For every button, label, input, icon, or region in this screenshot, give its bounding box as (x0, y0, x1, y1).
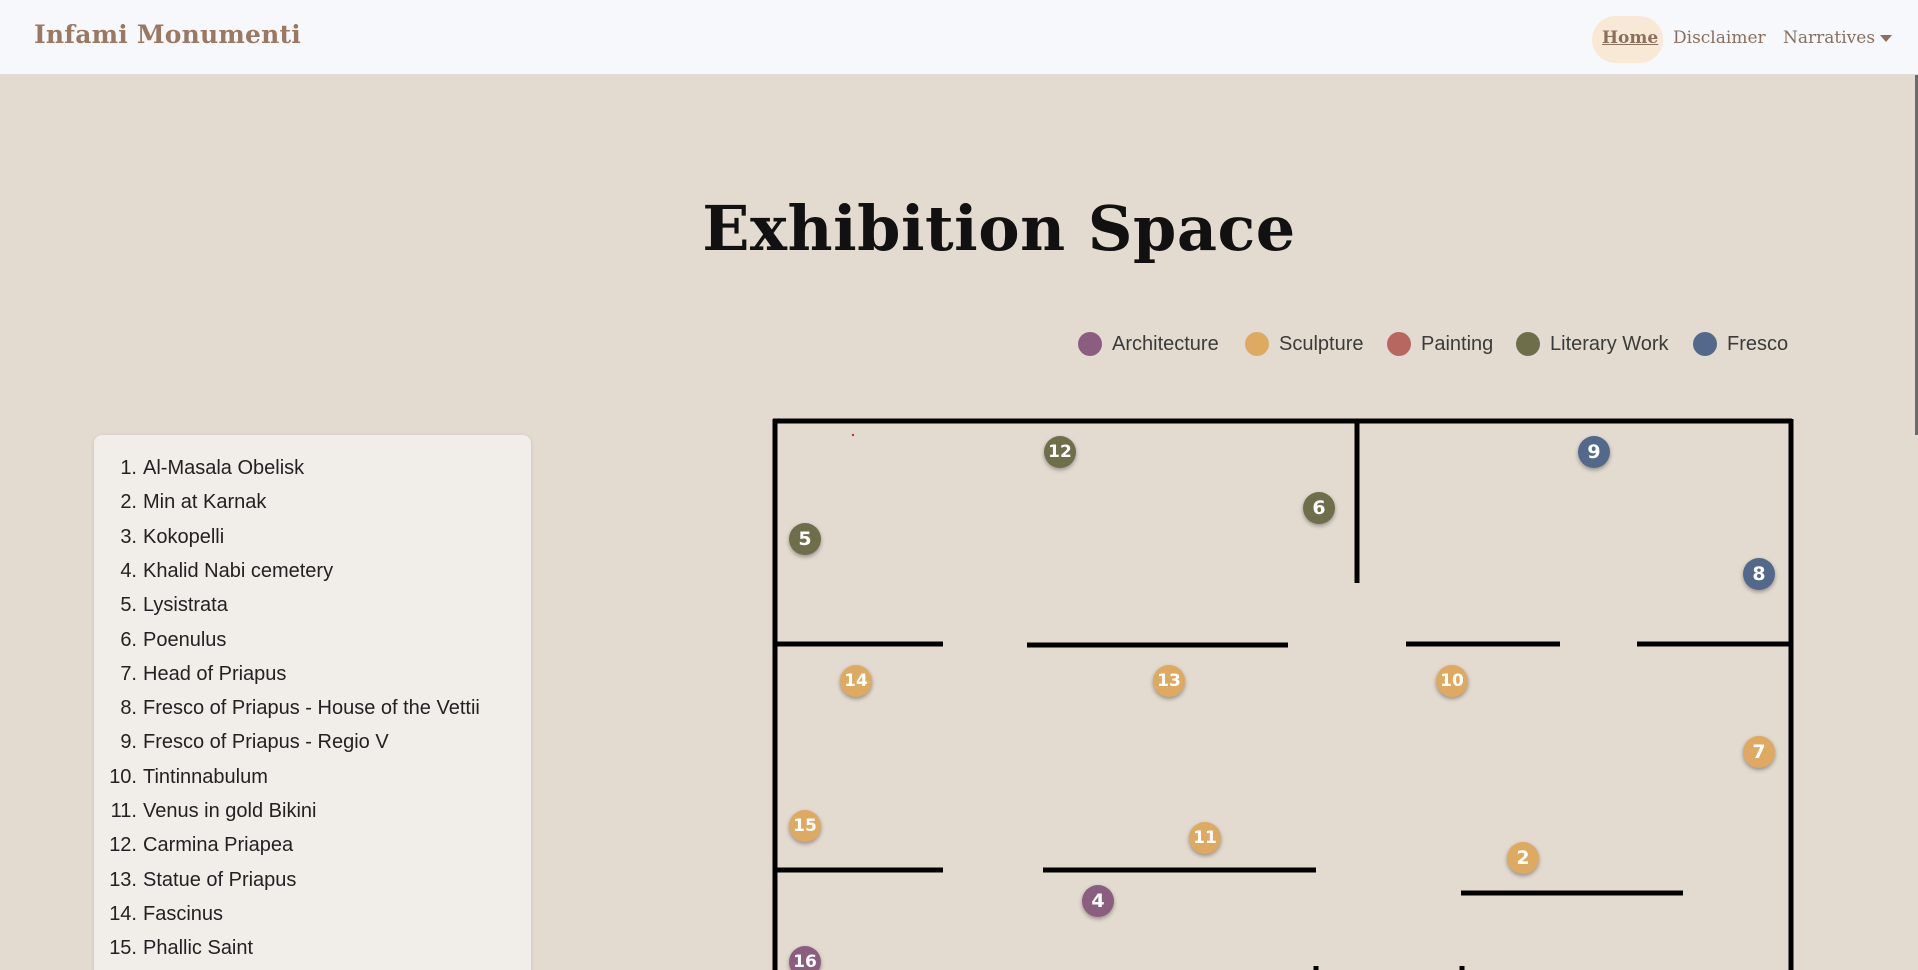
exhibit-marker-15[interactable]: 15 (789, 810, 821, 842)
exhibit-marker-14[interactable]: 14 (840, 665, 872, 697)
exhibit-marker-7[interactable]: 7 (1743, 736, 1775, 768)
exhibit-marker-10[interactable]: 10 (1436, 665, 1468, 697)
exhibit-marker-11[interactable]: 11 (1189, 822, 1221, 854)
exhibit-marker-2[interactable]: 2 (1507, 842, 1539, 874)
floor-plan (0, 0, 1918, 970)
floor-plan-walls (772, 418, 1794, 970)
exhibit-marker-13[interactable]: 13 (1153, 665, 1185, 697)
exhibit-marker-16[interactable]: 16 (789, 946, 821, 970)
exhibit-marker-5[interactable]: 5 (789, 523, 821, 555)
red-dot-mark (851, 433, 855, 437)
exhibit-marker-8[interactable]: 8 (1743, 558, 1775, 590)
exhibit-marker-4[interactable]: 4 (1082, 885, 1114, 917)
exhibit-marker-12[interactable]: 12 (1044, 436, 1076, 468)
exhibit-marker-6[interactable]: 6 (1303, 492, 1335, 524)
exhibit-marker-9[interactable]: 9 (1578, 436, 1610, 468)
